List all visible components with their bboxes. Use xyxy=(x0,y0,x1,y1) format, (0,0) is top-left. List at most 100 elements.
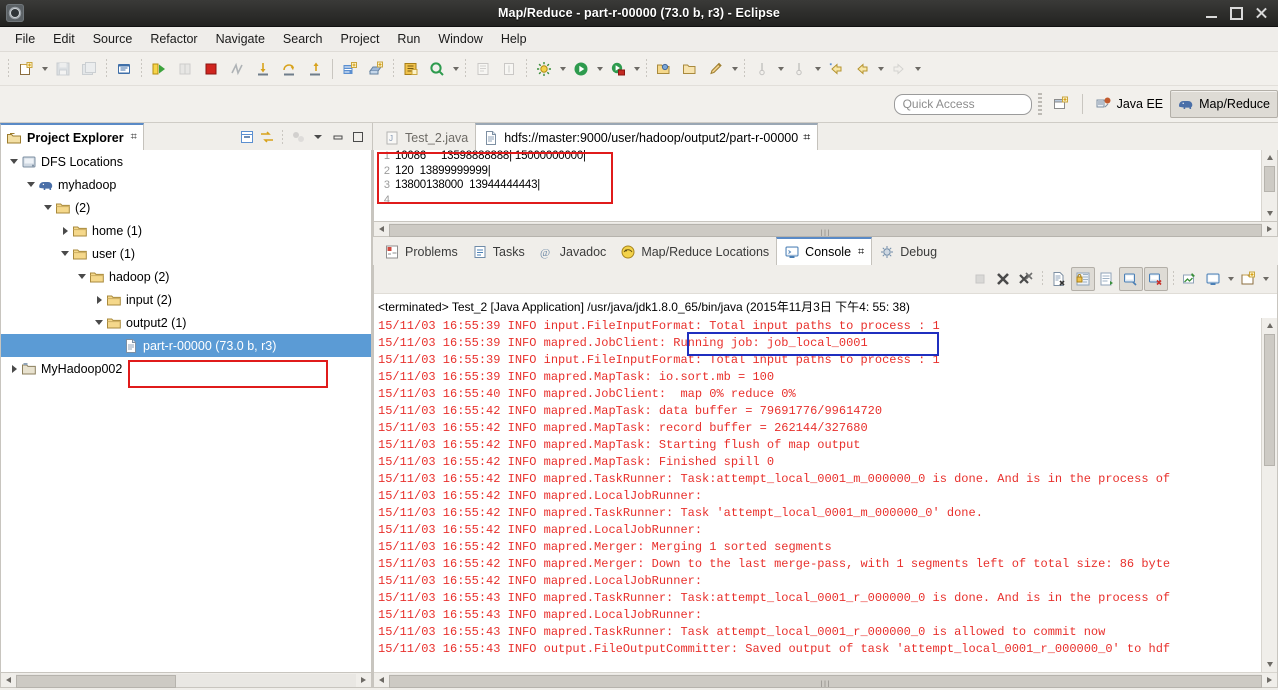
back-dropdown-icon[interactable] xyxy=(875,57,886,81)
open-type-icon[interactable] xyxy=(398,57,424,81)
remove-launch-icon[interactable] xyxy=(992,268,1014,290)
menu-window[interactable]: Window xyxy=(429,29,491,49)
search-dropdown-icon[interactable] xyxy=(450,57,461,81)
perspective-java-ee[interactable]: Java EE xyxy=(1089,91,1171,117)
open-folder-icon[interactable] xyxy=(677,57,703,81)
close-button[interactable] xyxy=(1255,7,1268,20)
maximize-button[interactable] xyxy=(1230,6,1243,20)
quick-access-input[interactable]: Quick Access xyxy=(893,93,1032,115)
remove-all-launches-icon[interactable] xyxy=(1015,268,1037,290)
show-console-on-output-icon[interactable] xyxy=(1119,267,1143,291)
editor-horizontal-scrollbar[interactable]: III xyxy=(373,222,1278,238)
tab-javadoc[interactable]: @ Javadoc xyxy=(532,239,614,265)
tab-part-r-00000[interactable]: hdfs://master:9000/user/hadoop/output2/p… xyxy=(475,123,819,150)
menu-edit[interactable]: Edit xyxy=(44,29,84,49)
back-new-icon[interactable] xyxy=(823,57,849,81)
console-vertical-scrollbar[interactable] xyxy=(1261,318,1277,672)
new-java-project-icon[interactable] xyxy=(337,57,363,81)
scroll-lock-icon[interactable] xyxy=(1071,267,1095,291)
step-return-icon[interactable] xyxy=(302,57,328,81)
scroll-right-arrow[interactable] xyxy=(356,674,371,687)
menu-navigate[interactable]: Navigate xyxy=(207,29,274,49)
scroll-thumb[interactable]: III xyxy=(389,223,1262,238)
run-icon[interactable] xyxy=(568,57,594,81)
view-menu-icon[interactable] xyxy=(309,128,327,146)
scroll-thumb[interactable] xyxy=(16,674,176,688)
tree-item-hadoop[interactable]: hadoop (2) xyxy=(1,265,371,288)
step-into-icon[interactable] xyxy=(250,57,276,81)
tree-item-input[interactable]: input (2) xyxy=(1,288,371,311)
scroll-right-arrow[interactable] xyxy=(1262,674,1277,687)
open-console-icon[interactable] xyxy=(1237,268,1259,290)
close-icon[interactable]: ⌗ xyxy=(858,246,864,259)
tree-twisty-open-icon[interactable] xyxy=(24,173,38,196)
console-log-area[interactable]: 15/11/03 16:55:39 INFO input.FileInputFo… xyxy=(374,318,1277,672)
tab-problems[interactable]: Problems xyxy=(377,239,465,265)
scroll-track[interactable]: III xyxy=(389,222,1262,238)
pin-console-icon[interactable] xyxy=(1179,268,1201,290)
scroll-up-arrow[interactable] xyxy=(1262,318,1277,333)
scroll-down-arrow[interactable] xyxy=(1262,206,1277,221)
editor-content[interactable]: 1 10086 13598888888| 15000000000| 2 120 138… xyxy=(374,150,1261,221)
run-external-dropdown-icon[interactable] xyxy=(631,57,642,81)
tree-twisty-open-icon[interactable] xyxy=(92,311,106,334)
tree-item-user[interactable]: user (1) xyxy=(1,242,371,265)
edit-dropdown-icon[interactable] xyxy=(729,57,740,81)
tab-mapreduce-locations[interactable]: Map/Reduce Locations xyxy=(613,239,776,265)
scroll-track[interactable] xyxy=(16,673,356,688)
console-log-lines[interactable]: 15/11/03 16:55:39 INFO input.FileInputFo… xyxy=(374,318,1261,672)
menu-run[interactable]: Run xyxy=(388,29,429,49)
open-resource-icon[interactable] xyxy=(651,57,677,81)
tab-test2-java[interactable]: J Test_2.java xyxy=(377,125,475,150)
back-icon[interactable] xyxy=(849,57,875,81)
tree-item-home[interactable]: home (1) xyxy=(1,219,371,242)
scroll-right-arrow[interactable] xyxy=(1262,223,1277,236)
tab-debug[interactable]: Debug xyxy=(872,239,944,265)
editor-vertical-scrollbar[interactable] xyxy=(1261,150,1277,221)
menu-help[interactable]: Help xyxy=(492,29,536,49)
debug-icon[interactable] xyxy=(146,57,172,81)
tree-item-myhadoop[interactable]: myhadoop xyxy=(1,173,371,196)
search-icon[interactable] xyxy=(424,57,450,81)
tree-item-dfs[interactable]: DFS Locations xyxy=(1,150,371,173)
edit-icon[interactable] xyxy=(703,57,729,81)
tree-twisty-open-icon[interactable] xyxy=(41,196,55,219)
tree-horizontal-scrollbar[interactable] xyxy=(0,673,372,688)
new-package-icon[interactable] xyxy=(363,57,389,81)
menu-search[interactable]: Search xyxy=(274,29,332,49)
stop-icon[interactable] xyxy=(198,57,224,81)
scroll-down-arrow[interactable] xyxy=(1262,657,1277,672)
maximize-icon[interactable] xyxy=(349,128,367,146)
run-external-tools-icon[interactable] xyxy=(605,57,631,81)
step-over-icon[interactable] xyxy=(276,57,302,81)
display-selected-console-icon[interactable] xyxy=(1202,268,1224,290)
scroll-thumb[interactable]: III xyxy=(389,674,1262,689)
scroll-thumb[interactable] xyxy=(1264,334,1275,466)
tree-item-2[interactable]: (2) xyxy=(1,196,371,219)
console-horizontal-scrollbar[interactable]: III xyxy=(374,672,1277,689)
close-icon[interactable]: ⌗ xyxy=(803,130,810,145)
tab-project-explorer[interactable]: Project Explorer ⌗ xyxy=(0,123,144,150)
run-dropdown-icon[interactable] xyxy=(594,57,605,81)
new-java-class-icon[interactable] xyxy=(111,57,137,81)
text-editor[interactable]: 1 10086 13598888888| 15000000000| 2 120 138… xyxy=(373,150,1278,222)
scroll-left-arrow[interactable] xyxy=(374,674,389,687)
tree-twisty-closed-icon[interactable] xyxy=(7,357,21,380)
new-wizard-dropdown-icon[interactable] xyxy=(39,57,50,81)
menu-project[interactable]: Project xyxy=(332,29,389,49)
clear-console-icon[interactable] xyxy=(1048,268,1070,290)
tab-console[interactable]: Console ⌗ xyxy=(776,237,873,265)
tree-item-part-r-00000[interactable]: part-r-00000 (73.0 b, r3) xyxy=(1,334,371,357)
scroll-left-arrow[interactable] xyxy=(1,674,16,687)
tree-twisty-open-icon[interactable] xyxy=(7,150,21,173)
scroll-track[interactable]: III xyxy=(389,673,1262,689)
link-with-editor-icon[interactable] xyxy=(258,128,276,146)
close-icon[interactable]: ⌗ xyxy=(131,131,137,144)
scroll-up-arrow[interactable] xyxy=(1262,150,1277,165)
tree-twisty-closed-icon[interactable] xyxy=(92,288,106,311)
run-last-dropdown-icon[interactable] xyxy=(557,57,568,81)
open-perspective-icon[interactable] xyxy=(1048,92,1074,116)
display-selected-console-dropdown-icon[interactable] xyxy=(1225,267,1236,291)
tree-twisty-closed-icon[interactable] xyxy=(58,219,72,242)
tree-twisty-open-icon[interactable] xyxy=(75,265,89,288)
